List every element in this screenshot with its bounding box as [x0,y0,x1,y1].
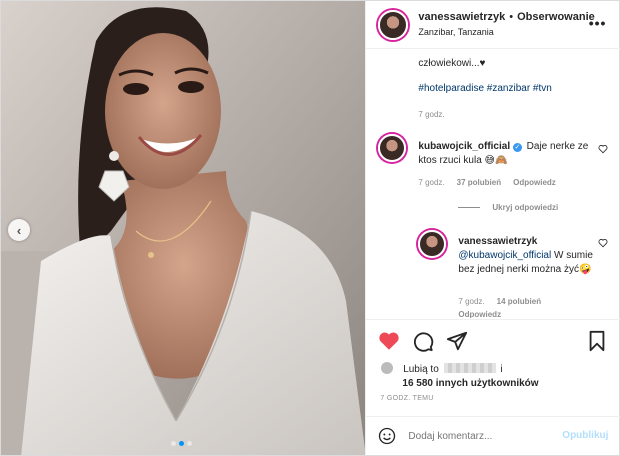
comment-likes-count[interactable]: 37 polubień [457,178,501,187]
comment-input[interactable] [408,430,559,442]
divider-line [458,207,481,208]
more-options-icon[interactable]: ••• [589,15,607,31]
comment-username[interactable]: kubawojcik_official [418,141,510,152]
blurred-username [443,363,496,373]
hide-replies-label: Ukryj odpowiedzi [492,203,559,212]
likes-prefix: Lubią to [403,364,439,375]
caption-hashtags[interactable]: #hotelparadise #zanzibar #tvn [418,83,551,94]
post-side-panel: vanessawietrzyk • Obserwowanie Zanzibar,… [365,1,620,455]
post-timestamp[interactable]: 7 GODZ. TEMU [380,395,433,402]
avatar [378,134,407,162]
reply-button[interactable]: Odpowiedz [513,178,556,187]
following-button[interactable]: Obserwowanie [517,10,595,25]
post-location[interactable]: Zanzibar, Tanzania [418,25,594,40]
reply-like-heart-icon[interactable] [598,238,608,248]
comment-icon[interactable] [412,330,434,352]
bookmark-icon[interactable] [586,330,608,352]
emoji-icon[interactable] [378,427,396,445]
reply-mention[interactable]: @kubawojcik_official [458,250,551,261]
avatar[interactable] [378,9,409,40]
carousel-dot-active [179,441,184,446]
comment-meta: 7 godz. 37 polubień Odpowiedz [418,178,555,187]
chevron-left-icon: ‹ [16,222,22,238]
liker-avatar[interactable] [380,361,395,375]
post-photo[interactable]: ‹ [1,1,366,455]
avatar [418,230,447,258]
comments-section[interactable]: człowiekowi...♥ #hotelparadise #zanzibar… [366,50,620,318]
reply-avatar[interactable] [418,230,447,258]
selfie-image [1,1,366,455]
verified-badge-icon: ✓ [512,143,522,152]
post-header: vanessawietrzyk • Obserwowanie Zanzibar,… [366,1,620,49]
carousel-dot [171,441,176,446]
comment-avatar[interactable] [378,134,407,162]
reply-username[interactable]: vanessawietrzyk [458,236,537,247]
likes-summary: Lubią to i 16 580 innych użytkowników [380,361,539,391]
instagram-post: ‹ vanessawietrzyk • Obserwowanie Zanziba… [0,0,620,456]
caption-time: 7 godz. [418,110,445,119]
heart-icon[interactable] [378,330,400,352]
separator-dot: • [509,10,514,23]
likes-suffix: i [500,364,503,375]
reply-body: vanessawietrzyk @kubawojcik_official W s… [458,235,598,277]
add-comment-bar: Opublikuj [366,416,620,455]
comment-body: kubawojcik_official ✓ Daje nerke ze ktos… [418,140,588,168]
likes-others-count[interactable]: 16 580 innych użytkowników [380,377,538,391]
reply-time: 7 godz. [458,297,485,306]
reply-button[interactable]: Odpowiedz [458,310,501,318]
carousel-dot [187,441,192,446]
comment-like-heart-icon[interactable] [598,144,608,154]
reply-meta: 7 godz. 14 polubień [458,297,541,306]
publish-button[interactable]: Opublikuj [562,430,608,441]
share-icon[interactable] [446,330,468,352]
comment-time: 7 godz. [418,178,445,187]
caption-text: człowiekowi...♥ [418,58,486,69]
hide-replies-button[interactable]: Ukryj odpowiedzi [458,203,558,212]
reply-likes-count[interactable]: 14 polubień [497,297,541,306]
post-actions-bar [366,319,620,359]
post-author-username[interactable]: vanessawietrzyk [418,10,505,25]
carousel-indicator [171,441,192,446]
previous-image-button[interactable]: ‹ [8,219,30,241]
